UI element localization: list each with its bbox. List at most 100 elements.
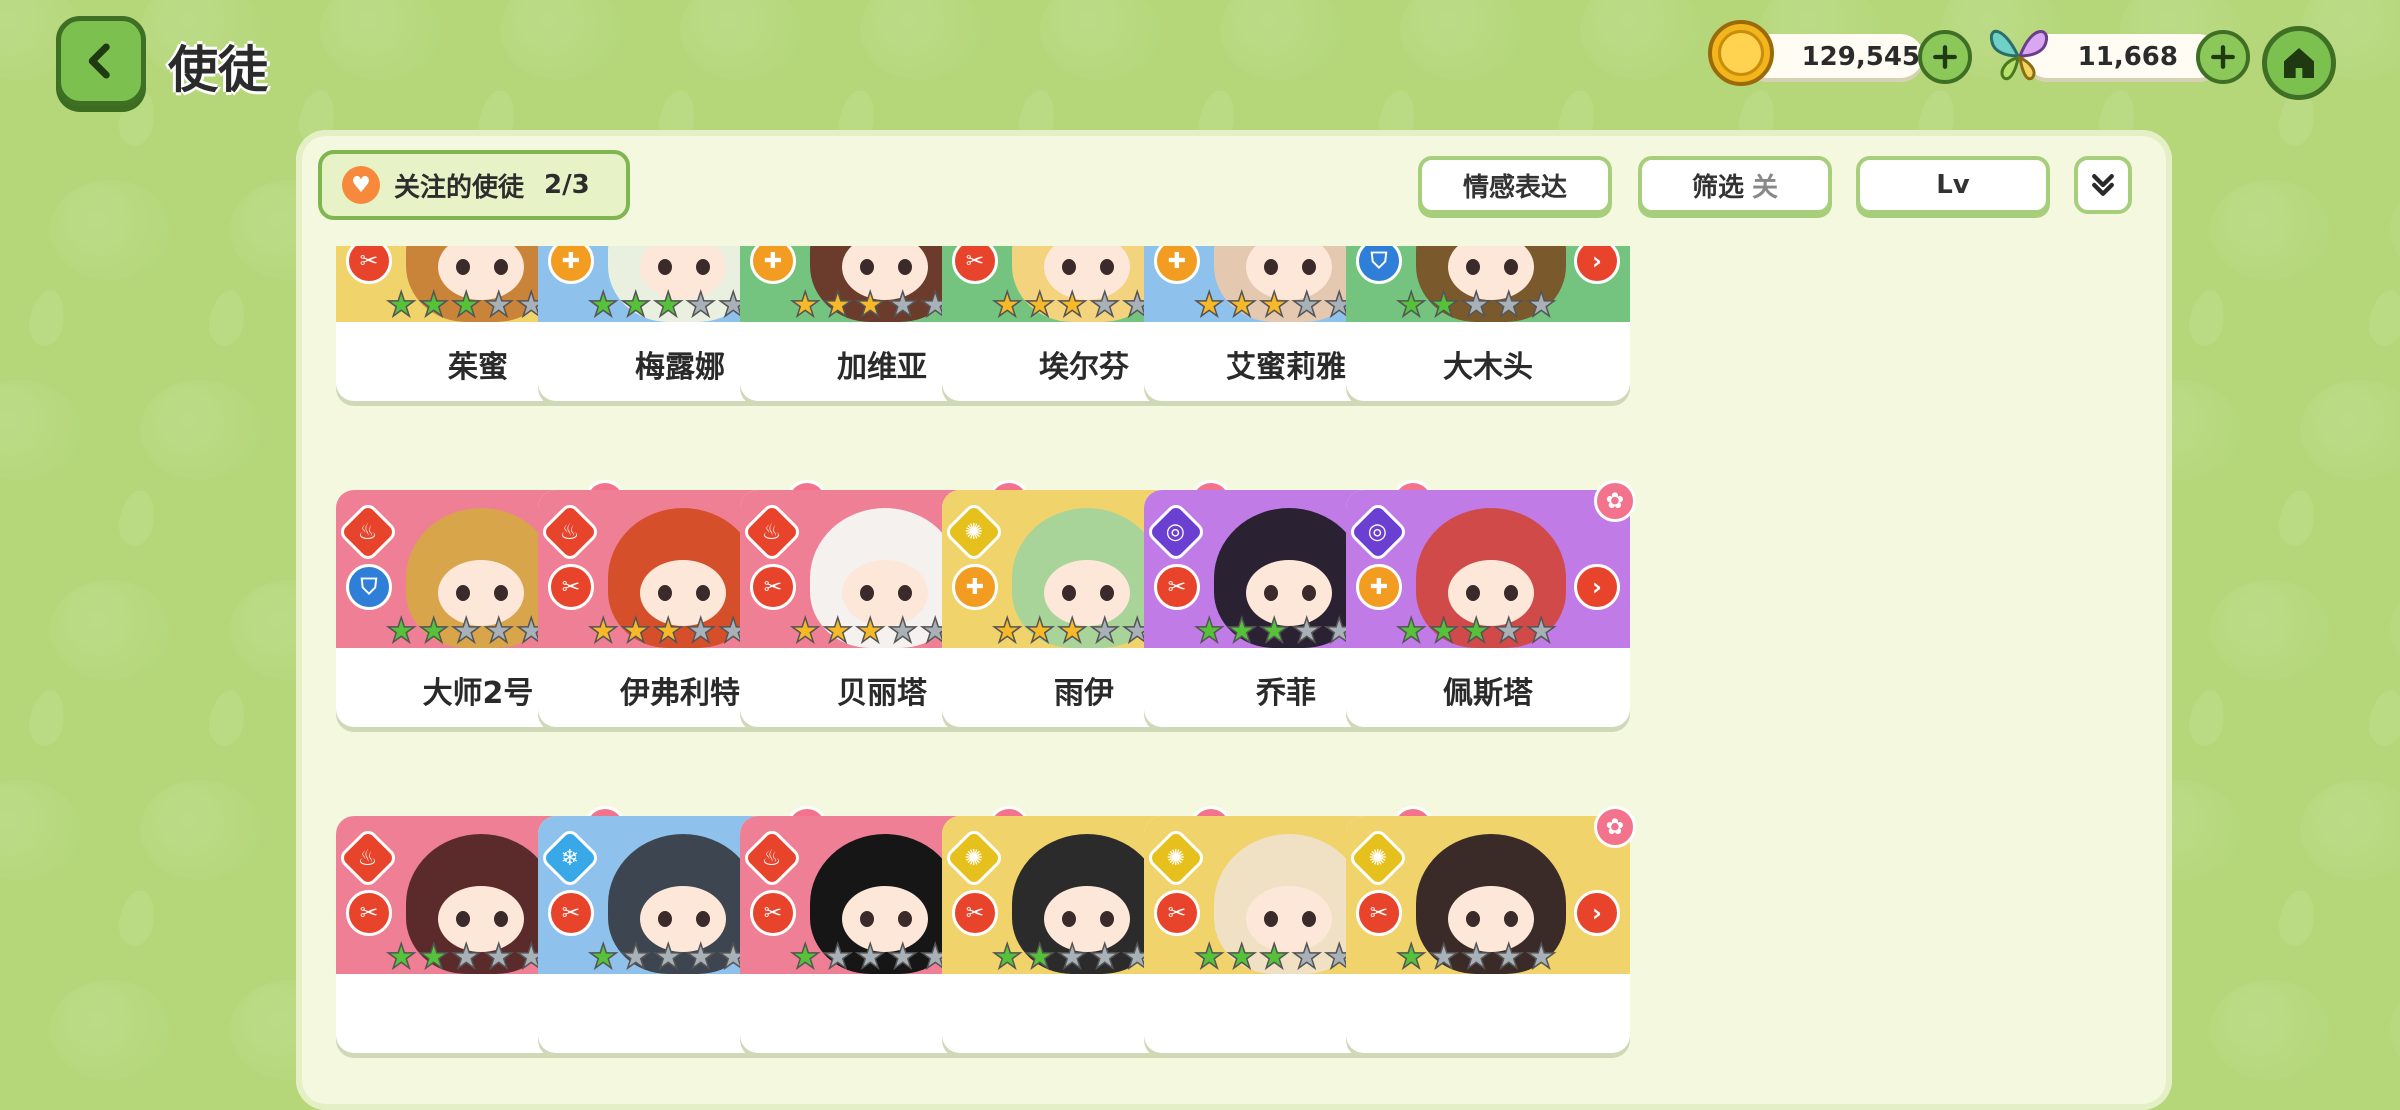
star-icon: ★ — [1493, 937, 1525, 977]
star-icon: ★ — [1460, 937, 1492, 977]
star-icon: ★ — [854, 611, 886, 651]
star-rating: ★ ★ ★ ★ ★ — [587, 285, 749, 325]
star-icon: ★ — [991, 285, 1023, 325]
star-icon: ★ — [1460, 611, 1492, 651]
star-icon: ★ — [1395, 937, 1427, 977]
attack-role-icon: ✂ — [548, 564, 594, 610]
star-rating: ★ ★ ★ ★ ★ — [385, 611, 547, 651]
star-rating: ★ ★ ★ ★ ★ — [1395, 285, 1557, 325]
support-role-icon: ✚ — [952, 564, 998, 610]
star-icon: ★ — [887, 937, 919, 977]
followed-characters-button[interactable]: ♥ 关注的使徒 2/3 — [318, 150, 630, 220]
character-name: 佩斯塔 — [1443, 676, 1533, 711]
emotion-button[interactable]: 情感表达 — [1418, 156, 1612, 214]
star-icon: ★ — [1258, 611, 1290, 651]
plus-icon — [2211, 45, 2235, 69]
grade-chevron-icon: › — [1574, 890, 1620, 936]
followed-count: 2/3 — [544, 170, 590, 200]
character-card[interactable]: ◎ ✚ › ★ ★ ★ ★ ★ 佩斯塔 ✿ — [1346, 480, 1636, 727]
gold-currency: 129,545 — [1708, 20, 1972, 86]
star-icon: ★ — [1258, 285, 1290, 325]
star-rating: ★ ★ ★ ★ ★ — [991, 937, 1153, 977]
star-icon: ★ — [1226, 937, 1258, 977]
star-icon: ★ — [1056, 285, 1088, 325]
star-icon: ★ — [685, 611, 717, 651]
star-icon: ★ — [450, 285, 482, 325]
star-icon: ★ — [789, 611, 821, 651]
star-icon: ★ — [483, 937, 515, 977]
star-icon: ★ — [418, 937, 450, 977]
star-icon: ★ — [1460, 285, 1492, 325]
star-icon: ★ — [450, 937, 482, 977]
home-icon — [2284, 48, 2314, 78]
plus-icon — [1933, 45, 1957, 69]
back-arrow-icon — [88, 43, 110, 79]
star-icon: ★ — [620, 285, 652, 325]
star-rating: ★ ★ ★ ★ ★ — [587, 611, 749, 651]
star-icon: ★ — [1428, 285, 1460, 325]
star-icon: ★ — [854, 285, 886, 325]
grade-chevron-icon: › — [1574, 564, 1620, 610]
star-rating: ★ ★ ★ ★ ★ — [1193, 611, 1355, 651]
gem-amount: 11,668 — [2077, 42, 2178, 72]
star-icon: ★ — [1525, 285, 1557, 325]
star-icon: ★ — [822, 611, 854, 651]
star-icon: ★ — [1525, 611, 1557, 651]
star-icon: ★ — [385, 937, 417, 977]
star-rating: ★ ★ ★ ★ ★ — [789, 285, 951, 325]
star-icon: ★ — [1056, 611, 1088, 651]
butterfly-gem-icon — [1989, 29, 2049, 81]
star-icon: ★ — [1291, 611, 1323, 651]
star-rating: ★ ★ ★ ★ ★ — [1395, 611, 1557, 651]
star-icon: ★ — [1291, 937, 1323, 977]
star-icon: ★ — [1395, 611, 1427, 651]
star-icon: ★ — [1493, 285, 1525, 325]
flower-badge-icon: ✿ — [1594, 480, 1636, 522]
star-rating: ★ ★ ★ ★ ★ — [991, 285, 1153, 325]
add-gold-button[interactable] — [1918, 30, 1972, 84]
star-icon: ★ — [991, 937, 1023, 977]
star-icon: ★ — [1291, 285, 1323, 325]
star-rating: ★ ★ ★ ★ ★ — [385, 285, 547, 325]
character-card[interactable]: ✿⛉›★★★★★大木头 — [1346, 246, 1630, 401]
star-rating: ★ ★ ★ ★ ★ — [1193, 937, 1355, 977]
star-icon: ★ — [1226, 285, 1258, 325]
sort-label: Lv — [1936, 170, 1970, 200]
star-icon: ★ — [1089, 611, 1121, 651]
emotion-label: 情感表达 — [1462, 172, 1567, 203]
character-card[interactable]: ✺✂›★★★★★✿ — [1346, 806, 1636, 1053]
sort-button[interactable]: Lv — [1856, 156, 2050, 214]
home-button[interactable] — [2262, 26, 2336, 100]
star-rating: ★ ★ ★ ★ ★ — [789, 611, 951, 651]
add-gem-button[interactable] — [2196, 30, 2250, 84]
gem-currency: 11,668 — [1988, 29, 2250, 84]
star-icon: ★ — [685, 285, 717, 325]
star-rating: ★ ★ ★ ★ ★ — [1193, 285, 1355, 325]
character-name: 大木头 — [1443, 350, 1533, 385]
star-icon: ★ — [1056, 937, 1088, 977]
star-icon: ★ — [1428, 937, 1460, 977]
star-icon: ★ — [620, 611, 652, 651]
filter-button[interactable]: 筛选 关 — [1638, 156, 1832, 214]
attack-role-icon: ✂ — [750, 564, 796, 610]
star-icon: ★ — [1193, 285, 1225, 325]
star-rating: ★ ★ ★ ★ ★ — [991, 611, 1153, 651]
attack-role-icon: ✂ — [750, 890, 796, 936]
sort-order-button[interactable] — [2074, 156, 2132, 214]
star-rating: ★ ★ ★ ★ ★ — [587, 937, 749, 977]
star-icon: ★ — [789, 937, 821, 977]
support-role-icon: ✚ — [1356, 564, 1402, 610]
star-icon: ★ — [822, 937, 854, 977]
star-icon: ★ — [1193, 611, 1225, 651]
star-icon: ★ — [1024, 611, 1056, 651]
star-icon: ★ — [620, 937, 652, 977]
star-icon: ★ — [1258, 937, 1290, 977]
star-icon: ★ — [822, 285, 854, 325]
attack-role-icon: ✂ — [1356, 890, 1402, 936]
attack-role-icon: ✂ — [1154, 890, 1200, 936]
star-icon: ★ — [385, 611, 417, 651]
page-title: 使徒 — [168, 41, 268, 99]
back-button[interactable] — [56, 16, 146, 106]
star-icon: ★ — [385, 285, 417, 325]
star-icon: ★ — [418, 611, 450, 651]
